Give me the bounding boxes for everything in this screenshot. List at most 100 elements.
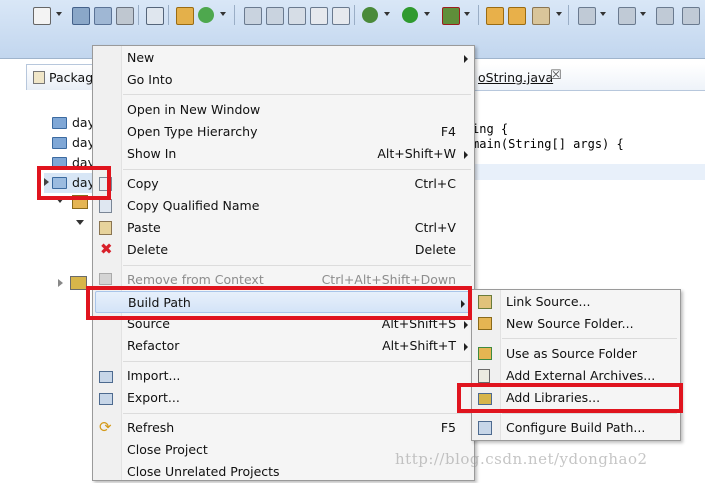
code-line: ing { [472,122,509,136]
menu-item-label: Link Source... [506,294,591,309]
collapsed-arrow-icon[interactable] [58,279,63,287]
menu-item-label: Paste [127,220,161,235]
menu-item-delete[interactable]: ✖ Delete Delete [93,239,474,261]
link-source-icon [478,295,492,309]
close-tab-icon[interactable]: ☒ [550,68,562,83]
menu-item-new[interactable]: New [93,47,474,69]
menu-item-refresh[interactable]: ⟳ Refresh F5 [93,417,474,439]
prev-annotation-dropdown-arrow[interactable] [640,12,646,16]
menu-item-shortcut: F4 [440,124,456,139]
run-external-tools-icon[interactable] [442,7,460,25]
menu-item-export[interactable]: Export... [93,387,474,409]
menu-item-import[interactable]: Import... [93,365,474,387]
expanded-arrow-icon[interactable] [76,220,84,225]
run-dropdown-arrow[interactable] [424,12,430,16]
menu-item-open-new-window[interactable]: Open in New Window [93,99,474,121]
pencil-dropdown-arrow[interactable] [556,12,562,16]
submenu-arrow-icon [464,343,468,351]
menu-separator [123,169,471,170]
watermark: http://blog.csdn.net/ydonghao2 [395,450,648,468]
toggle-mark-occurrences-icon[interactable] [288,7,306,25]
menu-item-label: Refactor [127,338,180,353]
menu-item-label: Open in New Window [127,102,261,117]
next-annotation-icon[interactable] [578,7,596,25]
external-tools-dropdown-arrow[interactable] [464,12,470,16]
submenu-item-new-source-folder[interactable]: New Source Folder... [472,313,680,335]
refresh-icon: ⟳ [99,418,112,436]
submenu-item-link-source[interactable]: Link Source... [472,291,680,313]
editor-tab-label: oString.java [478,70,554,85]
menu-item-label: Add External Archives... [506,368,656,383]
menu-item-label: Go Into [127,72,173,87]
editor-tab[interactable]: oString.java ☒ [470,64,705,91]
prev-annotation-icon[interactable] [618,7,636,25]
package-explorer-tab[interactable]: Packag [26,64,96,90]
new-dropdown-arrow[interactable] [56,12,62,16]
menu-item-label: Open Type Hierarchy [127,124,258,139]
menu-item-label: Copy Qualified Name [127,198,260,213]
new-class-dropdown-arrow[interactable] [220,12,226,16]
new-source-folder-icon [478,317,492,330]
debug-dropdown-arrow[interactable] [384,12,390,16]
build-path-submenu: Link Source... New Source Folder... Use … [471,289,681,441]
menu-item-label: Export... [127,390,180,405]
use-as-source-folder-icon [478,347,492,360]
run-icon[interactable] [402,7,418,23]
submenu-item-use-as-source-folder[interactable]: Use as Source Folder [472,343,680,365]
code-line: main(String[] args) { [472,137,624,151]
paragraph-icon[interactable] [332,7,350,25]
menu-item-label: Use as Source Folder [506,346,638,361]
menu-separator [123,413,471,414]
menu-item-label: Delete [127,242,169,257]
open-type-icon[interactable] [244,7,262,25]
jar-icon [478,369,490,383]
pencil-icon[interactable] [532,7,550,25]
menu-item-shortcut: F5 [440,420,456,435]
save-all-icon[interactable] [94,7,112,25]
forward-icon[interactable] [682,7,700,25]
save-icon[interactable] [72,7,90,25]
new-class-icon[interactable] [198,7,214,23]
copy-qualified-name-icon [99,199,112,213]
menu-item-paste[interactable]: Paste Ctrl+V [93,217,474,239]
new-icon[interactable] [33,7,51,25]
context-menu: New Go Into Open in New Window Open Type… [92,45,475,481]
menu-separator [123,94,471,95]
tree-item-project[interactable]: day [50,113,96,133]
new-java-project-icon[interactable] [176,7,194,25]
tree-item-project[interactable]: day [50,133,96,153]
menu-item-label: New [127,50,155,65]
menu-item-label: Refresh [127,420,175,435]
menu-separator [123,265,471,266]
menu-item-open-type-hierarchy[interactable]: Open Type Hierarchy F4 [93,121,474,143]
menu-item-label: Import... [127,368,181,383]
menu-item-shortcut: Ctrl+Alt+Shift+Down [321,272,456,287]
current-line-highlight [470,164,705,180]
menu-item-copy[interactable]: Copy Ctrl+C [93,173,474,195]
new-folder-icon[interactable] [508,7,526,25]
menu-item-shortcut: Delete [414,242,456,257]
menu-item-refactor[interactable]: Refactor Alt+Shift+T [93,335,474,357]
toolbar-separator [478,5,479,25]
menu-item-copy-qualified-name[interactable]: Copy Qualified Name [93,195,474,217]
next-annotation-dropdown-arrow[interactable] [600,12,606,16]
menu-item-shortcut: Alt+Shift+T [382,338,456,353]
menu-item-show-in[interactable]: Show In Alt+Shift+W [93,143,474,165]
toggle-breadcrumb-icon[interactable] [146,7,164,25]
search-icon[interactable] [266,7,284,25]
open-folder-icon[interactable] [486,7,504,25]
back-icon[interactable] [656,7,674,25]
highlight-box-project [37,166,111,200]
highlight-box-build-path [86,286,472,320]
toolbar-separator [568,5,569,25]
project-folder-icon [52,117,67,129]
highlight-box-add-libraries [457,383,683,413]
show-whitespace-icon[interactable] [310,7,328,25]
print-icon[interactable] [116,7,134,25]
paste-icon [99,221,112,235]
debug-icon[interactable] [362,7,378,23]
menu-item-label: Show In [127,146,177,161]
submenu-item-configure-build-path[interactable]: Configure Build Path... [472,417,680,439]
menu-item-label: Close Unrelated Projects [127,464,280,479]
menu-item-go-into[interactable]: Go Into [93,69,474,91]
